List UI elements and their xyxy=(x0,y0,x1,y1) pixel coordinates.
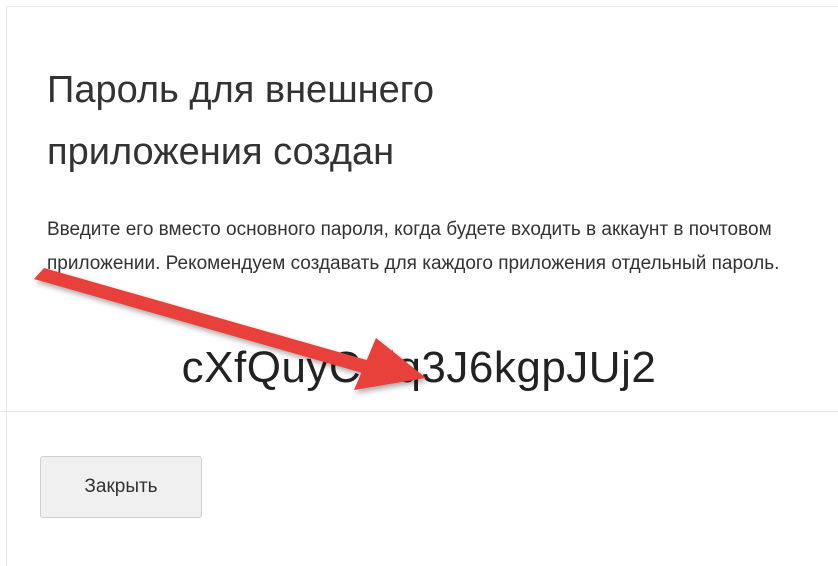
generated-password: cXfQuyCdlq3J6kgpJUj2 xyxy=(181,343,657,392)
dialog-title: Пароль для внешнего приложения создан xyxy=(47,69,434,173)
close-button[interactable]: Закрыть xyxy=(40,456,202,518)
dialog-divider xyxy=(0,411,838,412)
dialog-description: Введите его вместо основного пароля, ког… xyxy=(47,219,780,274)
